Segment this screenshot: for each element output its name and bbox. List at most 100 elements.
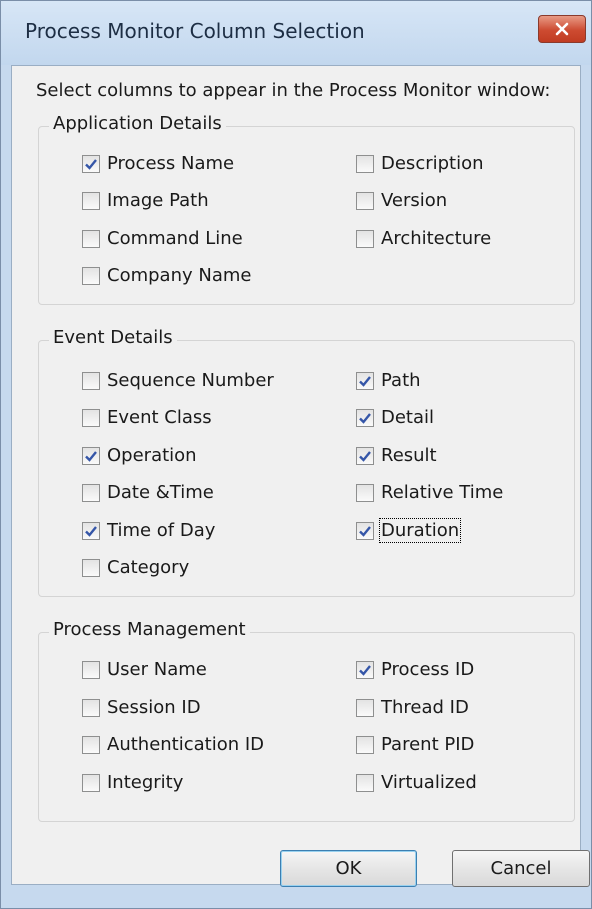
checkbox-label: Path [381, 370, 421, 391]
checkbox-box[interactable] [356, 698, 374, 717]
checkbox-label: Event Class [107, 407, 212, 428]
checkbox-label: User Name [107, 659, 207, 680]
checkbox-label: Company Name [107, 265, 252, 286]
checkbox-box[interactable] [356, 446, 374, 465]
checkbox-box[interactable] [82, 483, 100, 502]
checkbox-label: Detail [381, 407, 435, 428]
dialog-window: Process Monitor Column Selection Select … [0, 0, 592, 909]
checkmark-icon [359, 412, 371, 424]
checkbox-label: Sequence Number [107, 370, 274, 391]
checkbox-path[interactable]: Path [356, 370, 421, 391]
checkbox-box[interactable] [356, 408, 374, 427]
checkbox-label: Process Name [107, 153, 235, 174]
checkbox-label: Architecture [381, 228, 492, 249]
checkbox-label: Version [381, 190, 448, 211]
checkbox-label: Category [107, 557, 190, 578]
group-label: Event Details [49, 327, 177, 348]
checkbox-session-id[interactable]: Session ID [82, 697, 201, 718]
checkbox-event-class[interactable]: Event Class [82, 407, 212, 428]
checkbox-version[interactable]: Version [356, 190, 447, 211]
checkbox-box[interactable] [356, 371, 374, 390]
checkbox-operation[interactable]: Operation [82, 445, 197, 466]
checkbox-box[interactable] [82, 773, 100, 792]
checkbox-box[interactable] [356, 154, 374, 173]
checkbox-virtualized[interactable]: Virtualized [356, 772, 477, 793]
checkbox-box[interactable] [82, 408, 100, 427]
checkbox-label: Duration [378, 518, 462, 543]
checkbox-box[interactable] [82, 154, 100, 173]
close-button[interactable] [538, 15, 586, 43]
checkbox-box[interactable] [82, 371, 100, 390]
checkbox-box[interactable] [82, 660, 100, 679]
checkbox-detail[interactable]: Detail [356, 407, 434, 428]
group-process-management: Process Management User Name Process ID … [38, 619, 575, 822]
checkbox-label: Virtualized [381, 772, 477, 793]
checkbox-image-path[interactable]: Image Path [82, 190, 209, 211]
group-label: Process Management [49, 619, 250, 640]
checkmark-icon [359, 525, 371, 537]
checkbox-label: Thread ID [381, 697, 469, 718]
checkbox-result[interactable]: Result [356, 445, 437, 466]
checkbox-integrity[interactable]: Integrity [82, 772, 183, 793]
checkbox-box[interactable] [356, 660, 374, 679]
cancel-button[interactable]: Cancel [452, 850, 590, 887]
checkbox-box[interactable] [82, 229, 100, 248]
checkbox-duration[interactable]: Duration [356, 518, 462, 543]
checkbox-process-id[interactable]: Process ID [356, 659, 474, 680]
checkbox-label: Parent PID [381, 734, 475, 755]
checkbox-label: Result [381, 445, 437, 466]
checkbox-box[interactable] [356, 229, 374, 248]
checkbox-box[interactable] [82, 558, 100, 577]
group-event-details: Event Details Sequence Number Path Event… [38, 327, 575, 597]
checkmark-icon [359, 375, 371, 387]
checkmark-icon [85, 525, 97, 537]
checkbox-date-time[interactable]: Date &Time [82, 482, 214, 503]
checkbox-box[interactable] [82, 698, 100, 717]
checkbox-label: Image Path [107, 190, 209, 211]
checkbox-sequence-number[interactable]: Sequence Number [82, 370, 274, 391]
group-label: Application Details [49, 113, 226, 134]
checkbox-box[interactable] [356, 191, 374, 210]
checkbox-thread-id[interactable]: Thread ID [356, 697, 469, 718]
ok-button[interactable]: OK [280, 850, 417, 887]
checkbox-category[interactable]: Category [82, 557, 189, 578]
checkbox-description[interactable]: Description [356, 153, 484, 174]
checkbox-box[interactable] [356, 483, 374, 502]
instruction-text: Select columns to appear in the Process … [36, 80, 551, 101]
checkmark-icon [85, 450, 97, 462]
checkbox-label: Command Line [107, 228, 243, 249]
checkbox-process-name[interactable]: Process Name [82, 153, 234, 174]
checkbox-label: Relative Time [381, 482, 504, 503]
checkbox-relative-time[interactable]: Relative Time [356, 482, 503, 503]
checkbox-box[interactable] [356, 521, 374, 540]
checkbox-label: Session ID [107, 697, 201, 718]
checkbox-label: Process ID [381, 659, 475, 680]
checkbox-box[interactable] [82, 266, 100, 285]
checkbox-command-line[interactable]: Command Line [82, 228, 243, 249]
checkbox-box[interactable] [82, 521, 100, 540]
checkbox-parent-pid[interactable]: Parent PID [356, 734, 474, 755]
checkmark-icon [359, 450, 371, 462]
checkmark-icon [359, 664, 371, 676]
checkbox-box[interactable] [82, 446, 100, 465]
checkbox-label: Operation [107, 445, 197, 466]
window-title: Process Monitor Column Selection [25, 19, 365, 43]
checkbox-label: Date &Time [107, 482, 214, 503]
checkbox-company-name[interactable]: Company Name [82, 265, 251, 286]
checkbox-label: Description [381, 153, 484, 174]
dialog-client-area: Select columns to appear in the Process … [11, 65, 590, 887]
checkbox-label: Time of Day [107, 520, 216, 541]
close-icon [555, 22, 569, 36]
title-bar[interactable]: Process Monitor Column Selection [1, 1, 591, 65]
checkbox-box[interactable] [356, 773, 374, 792]
checkbox-box[interactable] [82, 735, 100, 754]
checkbox-time-of-day[interactable]: Time of Day [82, 520, 215, 541]
checkbox-label: Integrity [107, 772, 184, 793]
checkbox-user-name[interactable]: User Name [82, 659, 207, 680]
checkmark-icon [85, 158, 97, 170]
checkbox-box[interactable] [82, 191, 100, 210]
group-application-details: Application Details Process Name Descrip… [38, 113, 575, 305]
checkbox-box[interactable] [356, 735, 374, 754]
checkbox-architecture[interactable]: Architecture [356, 228, 491, 249]
checkbox-authentication-id[interactable]: Authentication ID [82, 734, 264, 755]
